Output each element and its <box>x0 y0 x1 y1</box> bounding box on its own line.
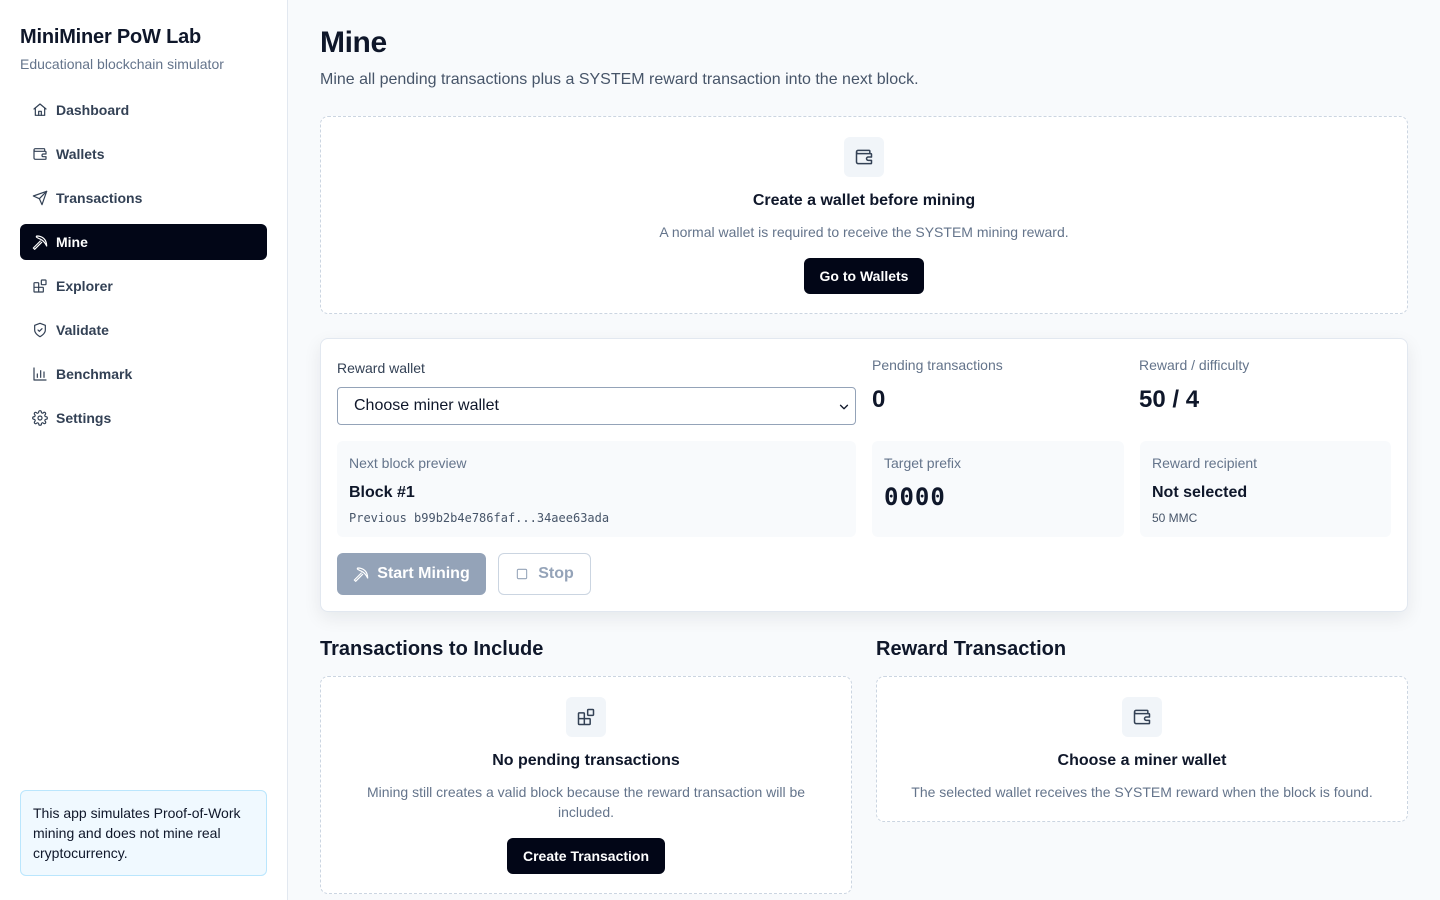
wallet-required-description: A normal wallet is required to receive t… <box>659 224 1069 240</box>
wallet-icon <box>844 137 884 177</box>
reward-wallet-selected-value: Choose miner wallet <box>354 397 499 414</box>
reward-difficulty-value: 50 / 4 <box>1139 386 1200 413</box>
wallet-required-title: Create a wallet before mining <box>752 192 976 209</box>
choose-miner-wallet-title: Choose a miner wallet <box>1057 752 1227 769</box>
target-prefix-panel: Target prefix 0000 <box>872 441 1124 537</box>
sidebar: MiniMiner PoW Lab Educational blockchain… <box>0 0 288 900</box>
reward-recipient-panel: Reward recipient Not selected 50 MMC <box>1140 441 1391 537</box>
target-prefix-label: Target prefix <box>884 455 962 471</box>
stop-square-icon <box>517 568 528 580</box>
sidebar-item-label: Validate <box>56 322 109 338</box>
sidebar-item-label: Explorer <box>56 278 113 294</box>
no-pending-description: Mining still creates a valid block becau… <box>366 784 806 820</box>
home-icon <box>32 102 48 118</box>
reward-section-title: Reward Transaction <box>876 638 1067 660</box>
choose-miner-wallet-description: The selected wallet receives the SYSTEM … <box>911 784 1373 800</box>
wallet-required-panel: Create a wallet before mining A normal w… <box>320 116 1408 314</box>
target-prefix-value: 0000 <box>884 483 946 511</box>
reward-empty-panel: Choose a miner wallet The selected walle… <box>876 676 1408 822</box>
chevron-down-icon <box>837 400 851 414</box>
sidebar-item-benchmark[interactable]: Benchmark <box>20 356 267 392</box>
sidebar-item-label: Transactions <box>56 190 143 206</box>
simulation-notice: This app simulates Proof-of-Work mining … <box>20 790 267 876</box>
go-to-wallets-button[interactable]: Go to Wallets <box>803 258 925 294</box>
pickaxe-icon <box>32 234 48 250</box>
pickaxe-icon <box>354 567 369 582</box>
no-pending-title: No pending transactions <box>492 752 680 769</box>
sidebar-item-wallets[interactable]: Wallets <box>20 136 267 172</box>
reward-difficulty-label: Reward / difficulty <box>1139 357 1250 373</box>
reward-amount: 50 MMC <box>1152 511 1198 525</box>
wallet-icon <box>32 146 48 162</box>
sidebar-item-label: Mine <box>56 234 88 250</box>
wallet-icon <box>1122 697 1162 737</box>
gear-icon <box>32 410 48 426</box>
stop-label: Stop <box>538 565 574 582</box>
sidebar-item-settings[interactable]: Settings <box>20 400 267 436</box>
next-block-label: Next block preview <box>349 455 467 471</box>
sidebar-item-label: Settings <box>56 410 112 426</box>
sidebar-item-mine[interactable]: Mine <box>20 224 267 260</box>
blocks-icon <box>566 697 606 737</box>
next-block-preview: Next block preview Block #1 Previous b99… <box>337 441 856 537</box>
sidebar-item-label: Dashboard <box>56 102 130 118</box>
reward-wallet-select[interactable]: Choose miner wallet <box>337 387 856 425</box>
transactions-section-title: Transactions to Include <box>320 638 544 660</box>
create-transaction-button[interactable]: Create Transaction <box>506 838 666 874</box>
page-title: Mine <box>320 26 387 59</box>
pending-transactions-count: 0 <box>872 386 886 413</box>
reward-recipient-label: Reward recipient <box>1152 455 1258 471</box>
sidebar-item-validate[interactable]: Validate <box>20 312 267 348</box>
brand-title: MiniMiner PoW Lab <box>20 26 202 48</box>
blocks-icon <box>32 278 48 294</box>
bar-chart-icon <box>32 366 48 382</box>
brand: MiniMiner PoW Lab Educational blockchain… <box>20 26 224 72</box>
start-mining-button[interactable]: Start Mining <box>337 553 486 595</box>
sidebar-item-transactions[interactable]: Transactions <box>20 180 267 216</box>
sidebar-item-explorer[interactable]: Explorer <box>20 268 267 304</box>
start-mining-label: Start Mining <box>377 565 470 582</box>
stop-button[interactable]: Stop <box>498 553 591 595</box>
sidebar-item-label: Benchmark <box>56 366 133 382</box>
mining-control-card: Reward wallet Choose miner wallet Pendin… <box>320 338 1408 612</box>
sidebar-item-dashboard[interactable]: Dashboard <box>20 92 267 128</box>
sidebar-item-label: Wallets <box>56 146 105 162</box>
transactions-empty-panel: No pending transactions Mining still cre… <box>320 676 852 894</box>
next-block-number: Block #1 <box>349 484 415 501</box>
sidebar-nav: Dashboard Wallets Transactions Mine Expl… <box>20 92 267 444</box>
pending-transactions-label: Pending transactions <box>872 357 1003 373</box>
reward-recipient-value: Not selected <box>1152 484 1248 501</box>
brand-subtitle: Educational blockchain simulator <box>20 56 224 72</box>
reward-wallet-label: Reward wallet <box>337 360 425 376</box>
send-icon <box>32 190 48 206</box>
page-description: Mine all pending transactions plus a SYS… <box>320 71 919 88</box>
previous-hash: Previous b99b2b4e786faf...34aee63ada <box>349 511 610 525</box>
shield-check-icon <box>32 322 48 338</box>
